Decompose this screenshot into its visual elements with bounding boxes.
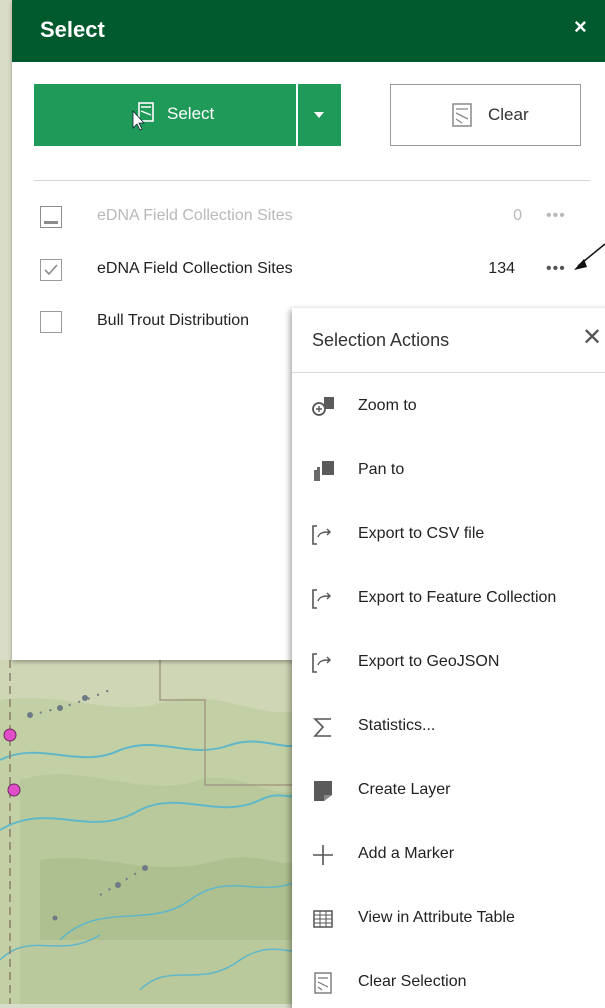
action-zoom-to[interactable]: Zoom to (292, 382, 605, 432)
popup-close-icon[interactable]: ✕ (582, 326, 602, 350)
action-label: Create Layer (358, 781, 451, 798)
action-label: Export to Feature Collection (358, 589, 557, 606)
select-button-label: Select (167, 104, 215, 123)
layer-name: eDNA Field Collection Sites (97, 207, 293, 224)
panel-header: Select × (12, 0, 605, 62)
more-icon[interactable]: ••• (546, 261, 566, 277)
popup-title: Selection Actions (312, 330, 450, 350)
clear-selection-icon (310, 971, 336, 995)
layer-checkbox[interactable] (40, 311, 62, 333)
action-label: Clear Selection (358, 973, 467, 990)
table-icon (310, 907, 336, 931)
arrow-pointer-icon (574, 243, 605, 270)
export-icon (310, 587, 336, 611)
action-view-attribute-table[interactable]: View in Attribute Table (292, 894, 605, 944)
more-icon: ••• (546, 207, 566, 224)
action-label: View in Attribute Table (358, 909, 515, 926)
layer-checkbox[interactable] (40, 259, 62, 281)
zoom-to-icon (310, 395, 336, 419)
export-icon (310, 651, 336, 675)
select-mode-dropdown[interactable] (298, 84, 341, 146)
layer-count: 134 (488, 260, 515, 277)
action-add-marker[interactable]: Add a Marker (292, 830, 605, 880)
action-export-csv[interactable]: Export to CSV file (292, 510, 605, 560)
layer-name: eDNA Field Collection Sites (97, 260, 293, 277)
close-icon[interactable]: × (574, 16, 587, 38)
action-clear-selection[interactable]: Clear Selection (292, 958, 605, 1008)
export-icon (310, 523, 336, 547)
panel-title: Select (40, 17, 105, 42)
layer-row: eDNA Field Collection Sites 0 ••• (12, 198, 605, 238)
pan-to-icon (310, 459, 336, 483)
action-label: Statistics... (358, 717, 436, 734)
action-label: Pan to (358, 461, 405, 478)
select-tool-icon (128, 101, 156, 136)
layer-count: 0 (513, 207, 522, 224)
action-export-feature-collection[interactable]: Export to Feature Collection (292, 574, 605, 624)
action-create-layer[interactable]: Create Layer (292, 766, 605, 816)
layer-row[interactable]: eDNA Field Collection Sites 134 ••• (12, 251, 605, 291)
plus-icon (310, 843, 336, 867)
action-label: Add a Marker (358, 845, 455, 862)
sigma-icon (310, 715, 336, 739)
selection-actions-popup: Selection Actions ✕ Zoom to Pan to Expor… (292, 308, 605, 1008)
layer-icon (310, 779, 336, 803)
layer-name: Bull Trout Distribution (97, 312, 250, 329)
action-export-geojson[interactable]: Export to GeoJSON (292, 638, 605, 688)
action-label: Export to CSV file (358, 525, 485, 542)
divider (292, 372, 605, 373)
action-pan-to[interactable]: Pan to (292, 446, 605, 496)
divider (34, 180, 590, 181)
clear-icon (448, 101, 476, 134)
layer-checkbox-disabled (40, 206, 62, 228)
clear-button-label: Clear (488, 105, 529, 124)
caret-down-icon (314, 112, 324, 118)
clear-button[interactable]: Clear (390, 84, 581, 146)
select-button[interactable]: Select (34, 84, 296, 146)
action-label: Export to GeoJSON (358, 653, 500, 670)
action-statistics[interactable]: Statistics... (292, 702, 605, 752)
action-label: Zoom to (358, 397, 417, 414)
